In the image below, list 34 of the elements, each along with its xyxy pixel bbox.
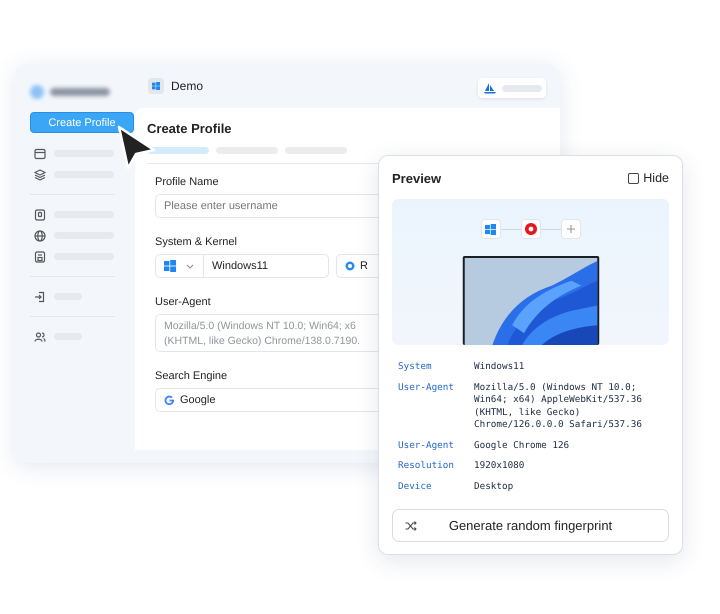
preview-title: Preview [392,170,442,186]
info-value: 1920x1080 [474,460,526,472]
globe-icon[interactable] [34,230,46,242]
generate-fingerprint-button[interactable]: Generate random fingerprint [392,509,669,542]
window-icon[interactable] [34,148,46,160]
search-engine-icon [164,394,175,406]
field-label: User-Agent [155,296,211,308]
users-icon[interactable] [34,330,46,342]
field-label: System & Kernel [155,236,237,248]
top-button[interactable] [478,78,546,98]
layers-icon[interactable] [34,168,46,180]
chevron-icon [186,264,194,268]
field-label: Search Engine [155,370,228,382]
kernel-icon [345,261,355,271]
shuffle-icon [405,520,417,530]
hide-checkbox[interactable]: Hide [628,171,669,185]
workspace-name: Demo [171,79,204,93]
form-title: Create Profile [147,121,233,136]
step-bar [147,147,209,154]
plus-icon[interactable] [566,224,576,234]
info-value: Desktop [474,480,514,493]
windows-icon [164,260,176,272]
info-label: System [398,361,433,374]
sailboat-icon [484,82,496,94]
windows-icon [485,224,496,234]
system-select[interactable]: Windows11 [155,254,329,278]
info-label: Resolution [398,460,455,472]
windows-icon [152,82,160,90]
field-label: Profile Name [155,176,219,188]
info-label: User-Agent [398,440,455,452]
info-value: Google Chrome 126 [474,440,570,452]
info-label: Device [398,480,433,493]
login-icon[interactable] [34,290,46,302]
info-value: Windows11 [474,361,526,374]
